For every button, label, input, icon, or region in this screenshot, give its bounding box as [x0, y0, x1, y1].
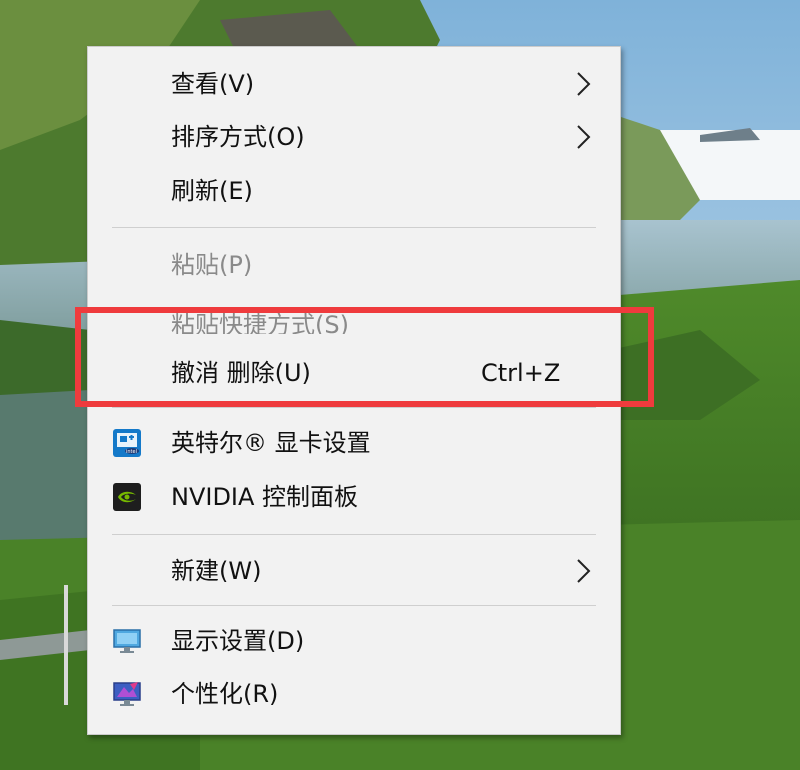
menu-item-refresh[interactable]: 刷新(E) — [88, 165, 620, 217]
menu-item-undo-delete[interactable]: 撤消 删除(U) Ctrl+Z — [88, 347, 620, 399]
menu-separator — [112, 534, 596, 535]
svg-text:intel: intel — [126, 449, 137, 455]
menu-item-paste-shortcut: 粘贴快捷方式(S) — [88, 299, 620, 334]
desktop-context-menu: 查看(V) 排序方式(O) 刷新(E) 粘贴(P) 粘贴快捷方式(S) 撤消 删… — [87, 46, 621, 735]
menu-item-personalize[interactable]: 个性化(R) — [88, 668, 620, 720]
menu-item-new[interactable]: 新建(W) — [88, 545, 620, 597]
menu-item-label: 英特尔® 显卡设置 — [171, 429, 371, 457]
menu-item-intel-graphics[interactable]: intel 英特尔® 显卡设置 — [88, 417, 620, 469]
menu-item-label: 新建(W) — [171, 557, 262, 585]
chevron-right-icon — [577, 72, 591, 96]
nvidia-icon — [113, 483, 141, 511]
menu-item-label: 排序方式(O) — [171, 123, 305, 151]
menu-item-label: 查看(V) — [171, 70, 255, 98]
personalize-icon — [113, 682, 141, 706]
menu-item-view[interactable]: 查看(V) — [88, 58, 620, 110]
menu-item-label: 个性化(R) — [171, 680, 279, 708]
menu-item-nvidia-control-panel[interactable]: NVIDIA 控制面板 — [88, 471, 620, 523]
menu-separator — [112, 407, 596, 408]
menu-item-label: 粘贴快捷方式(S) — [171, 311, 349, 334]
menu-separator — [112, 227, 596, 228]
menu-item-label: 粘贴(P) — [171, 251, 253, 279]
menu-separator — [112, 605, 596, 606]
menu-item-label: 刷新(E) — [171, 177, 253, 205]
menu-item-sort-by[interactable]: 排序方式(O) — [88, 111, 620, 163]
menu-item-label: 撤消 删除(U) — [171, 359, 311, 387]
intel-graphics-icon: intel — [113, 429, 141, 457]
menu-item-paste: 粘贴(P) — [88, 239, 620, 291]
display-settings-icon — [113, 629, 141, 653]
menu-item-label: 显示设置(D) — [171, 627, 305, 655]
keyboard-shortcut: Ctrl+Z — [481, 359, 561, 387]
chevron-right-icon — [577, 125, 591, 149]
menu-item-label: NVIDIA 控制面板 — [171, 483, 359, 511]
chevron-right-icon — [577, 559, 591, 583]
menu-item-display-settings[interactable]: 显示设置(D) — [88, 615, 620, 667]
